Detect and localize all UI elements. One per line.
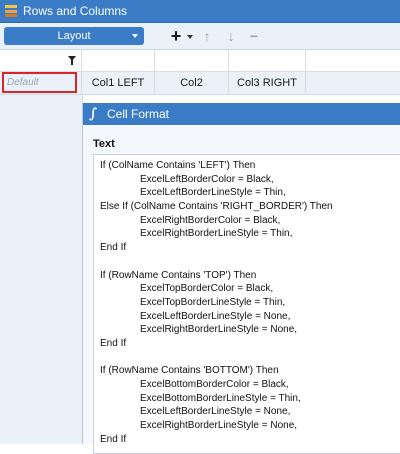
add-dropdown-caret-icon[interactable]: [187, 35, 193, 39]
column-header-col1[interactable]: Col1 LEFT: [82, 72, 154, 94]
layout-dropdown-label: Layout: [57, 30, 91, 42]
column-divider: [154, 50, 155, 94]
text-label: Text: [93, 138, 115, 150]
column-divider: [81, 50, 82, 94]
code-line: If (RowName Contains 'BOTTOM') Then: [100, 365, 279, 377]
filter-icon[interactable]: [68, 56, 76, 65]
code-line: ExcelRightBorderLineStyle = None,: [140, 420, 298, 432]
code-line: If (ColName Contains 'LEFT') Then: [100, 160, 256, 171]
code-line: ExcelRightBorderLineStyle = Thin,: [140, 228, 293, 240]
code-line: ExcelBottomBorderColor = Black,: [140, 379, 289, 390]
chevron-down-icon: [132, 34, 138, 38]
cell-format-panel: ∫ Cell Format Text If (ColName Contains …: [82, 103, 400, 454]
code-line: End If: [100, 242, 127, 254]
add-button[interactable]: +: [166, 26, 186, 46]
code-line: ExcelBottomBorderLineStyle = Thin,: [140, 392, 301, 404]
move-up-button[interactable]: ↑: [200, 27, 214, 45]
format-icon: ∫: [89, 106, 98, 122]
row-header-column: [0, 95, 83, 444]
code-line: ExcelRightBorderColor = Black,: [140, 214, 281, 226]
default-row-cell[interactable]: Default: [2, 72, 77, 93]
code-line: If (RowName Contains 'TOP') Then: [100, 269, 257, 281]
column-header-col2[interactable]: Col2: [155, 72, 228, 94]
layout-dropdown[interactable]: Layout: [4, 27, 144, 45]
code-line: ExcelLeftBorderLineStyle = None,: [140, 310, 291, 322]
code-line: ExcelTopBorderColor = Black,: [140, 283, 274, 295]
panel-body: Text If (ColName Contains 'LEFT') Then Ex…: [83, 125, 400, 454]
column-divider: [305, 50, 306, 94]
grid-header: [0, 50, 400, 72]
code-line: End If: [100, 337, 127, 349]
window-title: Rows and Columns: [23, 4, 128, 18]
remove-button[interactable]: −: [246, 27, 262, 45]
column-header-col3[interactable]: Col3 RIGHT: [229, 72, 305, 94]
code-line: ExcelTopBorderLineStyle = Thin,: [140, 296, 286, 308]
code-line: ExcelLeftBorderLineStyle = Thin,: [140, 187, 286, 199]
text-editor[interactable]: If (ColName Contains 'LEFT') Then ExcelLe…: [93, 154, 400, 454]
move-down-button[interactable]: ↓: [224, 27, 238, 45]
code-line: End If: [100, 433, 127, 445]
panel-titlebar: ∫ Cell Format: [83, 103, 400, 125]
column-divider: [228, 50, 229, 94]
code-line: ExcelRightBorderLineStyle = None,: [140, 324, 298, 336]
toolbar: Layout + ↑ ↓ −: [0, 23, 400, 50]
code-line: Else If (ColName Contains 'RIGHT_BORDER'…: [100, 201, 333, 213]
window-titlebar: Rows and Columns: [0, 0, 400, 23]
app-icon: [5, 5, 17, 17]
panel-title: Cell Format: [107, 107, 170, 121]
code-line: ExcelLeftBorderLineStyle = None,: [140, 406, 291, 418]
code-line: ExcelLeftBorderColor = Black,: [140, 173, 274, 185]
